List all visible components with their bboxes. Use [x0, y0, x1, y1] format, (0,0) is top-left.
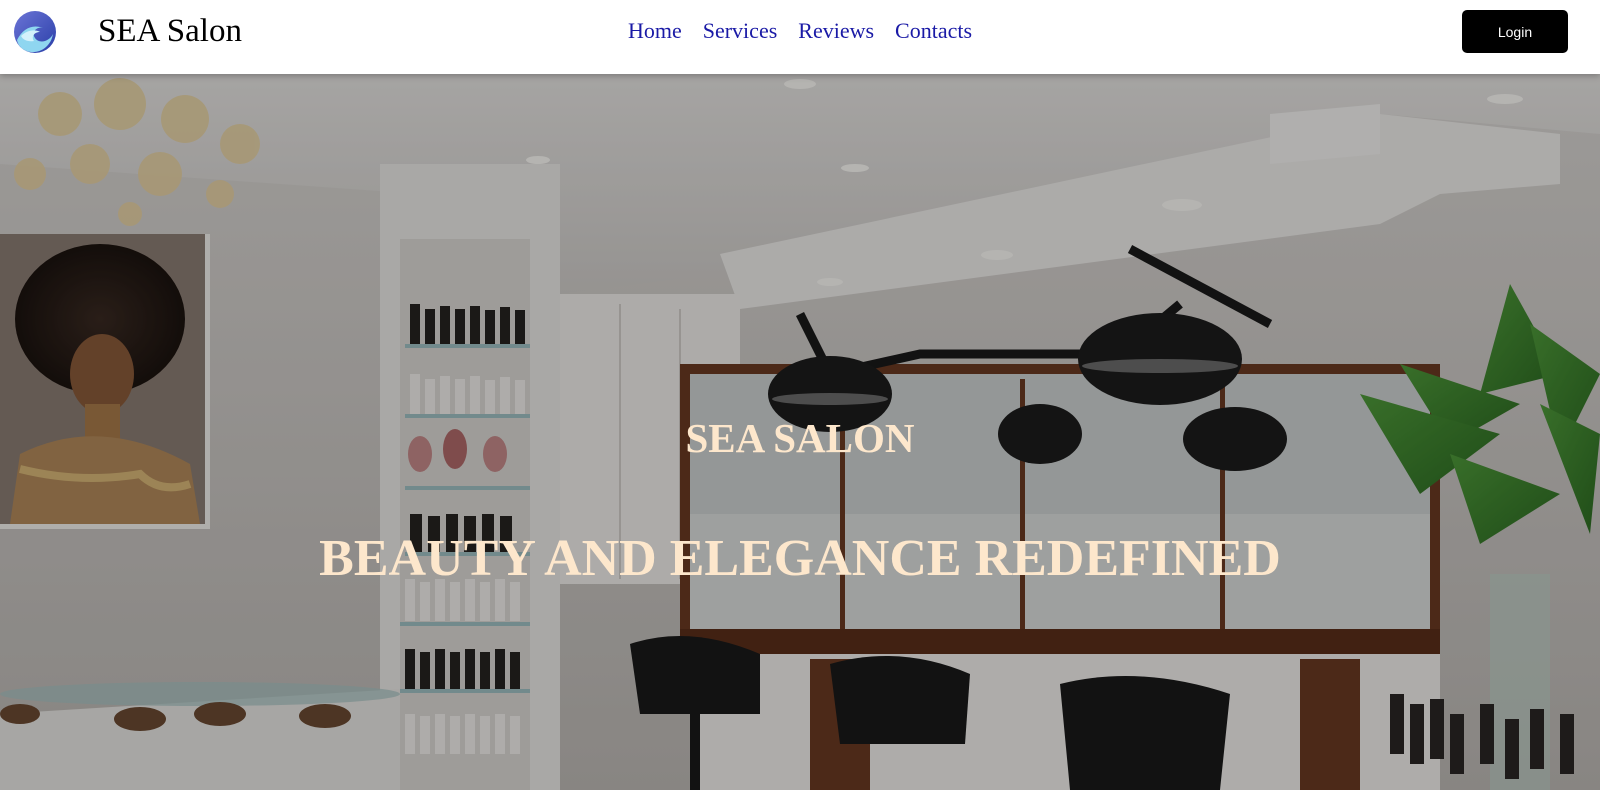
hero-subtitle: SEA SALON	[685, 415, 915, 461]
nav-reviews[interactable]: Reviews	[798, 16, 874, 46]
nav-services[interactable]: Services	[703, 16, 778, 46]
main-nav: Home Services Reviews Contacts	[0, 16, 1600, 46]
top-navbar: SEA Salon Home Services Reviews Contacts…	[0, 0, 1600, 74]
hero-title: BEAUTY AND ELEGANCE REDEFINED	[319, 530, 1281, 587]
nav-contacts[interactable]: Contacts	[895, 16, 972, 46]
nav-home[interactable]: Home	[628, 16, 682, 46]
hero-section: SEA SALON BEAUTY AND ELEGANCE REDEFINED	[0, 74, 1600, 790]
login-button[interactable]: Login	[1462, 10, 1568, 53]
